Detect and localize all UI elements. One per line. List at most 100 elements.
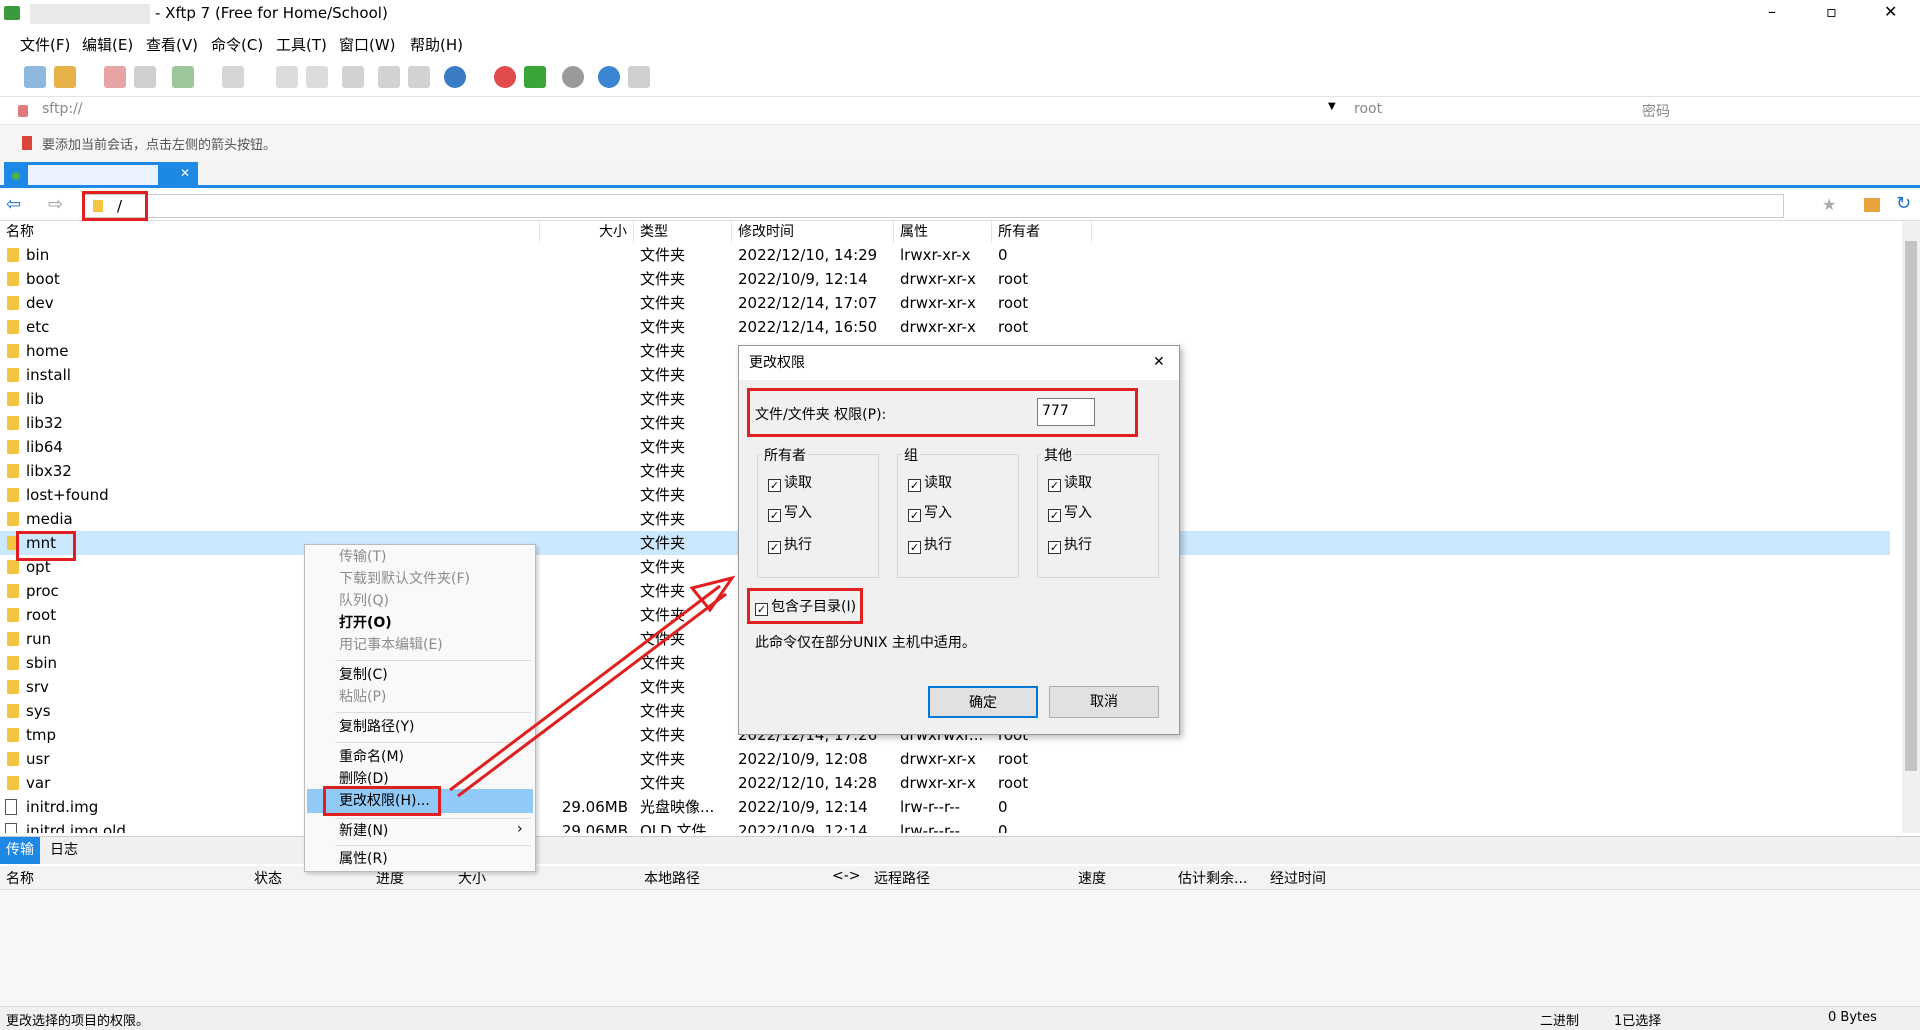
- ok-button[interactable]: 确定: [928, 686, 1038, 718]
- group-read-label: 读取: [924, 475, 952, 491]
- ctx-properties[interactable]: 属性(R): [339, 849, 388, 869]
- xftp-icon[interactable]: [524, 66, 546, 88]
- chat-icon[interactable]: [628, 66, 650, 88]
- forward-arrow-icon[interactable]: ⇨: [48, 194, 63, 215]
- tcol-speed[interactable]: 速度: [1078, 868, 1106, 888]
- dialog-close-icon[interactable]: ✕: [1153, 354, 1165, 370]
- menu-tools[interactable]: 工具(T): [276, 34, 327, 55]
- link-icon[interactable]: [134, 66, 156, 88]
- menu-command[interactable]: 命令(C): [211, 34, 263, 55]
- cell-type: 文件夹: [640, 318, 686, 336]
- close-tab-icon[interactable]: ✕: [180, 166, 190, 180]
- table-row[interactable]: dev 文件夹 2022/12/14, 17:07 drwxr-xr-x root: [0, 291, 1890, 315]
- back-arrow-icon[interactable]: ⇦: [6, 194, 21, 215]
- group-write-checkbox[interactable]: ✓ 写入: [908, 503, 952, 523]
- other-write-checkbox[interactable]: ✓ 写入: [1048, 503, 1092, 523]
- home-icon[interactable]: [1864, 198, 1880, 212]
- folder-icon: [7, 608, 19, 622]
- tcol-local-path[interactable]: 本地路径: [644, 868, 700, 888]
- table-row[interactable]: initrd.img 29.06MB 光盘映像... 2022/10/9, 12:14…: [0, 795, 1890, 819]
- tcol-eta[interactable]: 估计剩余...: [1178, 868, 1247, 888]
- sync-icon[interactable]: [342, 66, 364, 88]
- menu-file[interactable]: 文件(F): [20, 34, 70, 55]
- table-row[interactable]: initrd.img.old 29.06MB OLD 文件 2022/10/9, 12…: [0, 819, 1890, 833]
- disconnect-icon[interactable]: [104, 66, 126, 88]
- col-mtime[interactable]: 修改时间: [732, 221, 894, 243]
- cell-type: 文件夹: [640, 390, 686, 408]
- other-read-checkbox[interactable]: ✓ 读取: [1048, 473, 1092, 493]
- table-row[interactable]: boot 文件夹 2022/10/9, 12:14 drwxr-xr-x root: [0, 267, 1890, 291]
- table-row[interactable]: etc 文件夹 2022/12/14, 16:50 drwxr-xr-x root: [0, 315, 1890, 339]
- file-list-scrollbar[interactable]: [1902, 221, 1920, 833]
- ctx-open[interactable]: 打开(O): [339, 613, 392, 633]
- table-row[interactable]: usr 文件夹 2022/10/9, 12:08 drwxr-xr-x root: [0, 747, 1890, 771]
- check-icon: ✓: [1048, 509, 1061, 522]
- minimize-button[interactable]: –: [1768, 2, 1776, 21]
- star-icon[interactable]: ★: [1822, 195, 1836, 214]
- folder-icon: [7, 560, 19, 574]
- group-owner: 所有者 ✓ 读取 ✓ 写入 ✓ 执行: [757, 445, 879, 578]
- owner-read-label: 读取: [784, 475, 812, 491]
- help-icon[interactable]: [598, 66, 620, 88]
- ctx-rename[interactable]: 重命名(M): [339, 747, 404, 767]
- address-bar: sftp:// ▼ root 密码: [0, 96, 1920, 124]
- tab-transfer[interactable]: 传输: [0, 837, 40, 864]
- cell-owner: root: [998, 774, 1029, 792]
- menu-window[interactable]: 窗口(W): [339, 34, 396, 55]
- address-input[interactable]: sftp://: [42, 101, 83, 117]
- properties-icon[interactable]: [408, 66, 430, 88]
- tcol-remote-path[interactable]: 远程路径: [874, 868, 930, 888]
- close-window-button[interactable]: ✕: [1884, 2, 1897, 21]
- menu-help[interactable]: 帮助(H): [410, 34, 463, 55]
- xshell-icon[interactable]: [494, 66, 516, 88]
- open-folder-icon[interactable]: [54, 66, 76, 88]
- menu-edit[interactable]: 编辑(E): [82, 34, 133, 55]
- cell-name: dev: [26, 294, 54, 312]
- tcol-status[interactable]: 状态: [254, 868, 282, 888]
- address-dropdown-icon[interactable]: ▼: [1328, 101, 1336, 112]
- table-row[interactable]: var 文件夹 2022/12/10, 14:28 drwxr-xr-x root: [0, 771, 1890, 795]
- tcol-direction[interactable]: <->: [832, 868, 861, 884]
- menu-view[interactable]: 查看(V): [146, 34, 198, 55]
- col-type[interactable]: 类型: [634, 221, 732, 243]
- ctx-copy[interactable]: 复制(C): [339, 665, 388, 685]
- table-row[interactable]: bin 文件夹 2022/12/10, 14:29 lrwxr-xr-x 0: [0, 243, 1890, 267]
- gear-icon[interactable]: [562, 66, 584, 88]
- col-name[interactable]: 名称: [0, 221, 540, 243]
- col-attr[interactable]: 属性: [894, 221, 992, 243]
- scrollbar-thumb[interactable]: [1905, 241, 1917, 771]
- print-icon[interactable]: [378, 66, 400, 88]
- view-icon[interactable]: [222, 66, 244, 88]
- refresh-icon[interactable]: ↻: [1896, 193, 1911, 214]
- transfer-mode[interactable]: 二进制: [1540, 1010, 1579, 1029]
- tcol-name[interactable]: 名称: [6, 868, 34, 888]
- cell-mtime: 2022/10/9, 12:14: [738, 798, 868, 816]
- bookmark-icon[interactable]: [22, 136, 32, 150]
- col-size[interactable]: 大小: [540, 221, 634, 243]
- owner-read-checkbox[interactable]: ✓ 读取: [768, 473, 812, 493]
- path-input[interactable]: /: [84, 194, 1784, 218]
- col-owner[interactable]: 所有者: [992, 221, 1092, 243]
- cancel-button[interactable]: 取消: [1049, 686, 1159, 718]
- owner-exec-checkbox[interactable]: ✓ 执行: [768, 535, 812, 555]
- ctx-copy-path[interactable]: 复制路径(Y): [339, 717, 414, 737]
- paste-icon[interactable]: [306, 66, 328, 88]
- other-exec-checkbox[interactable]: ✓ 执行: [1048, 535, 1092, 555]
- password-field[interactable]: 密码: [1642, 101, 1670, 121]
- globe-icon[interactable]: [444, 66, 466, 88]
- ctx-transfer: 传输(T): [339, 549, 387, 565]
- owner-write-checkbox[interactable]: ✓ 写入: [768, 503, 812, 523]
- cell-name: sbin: [26, 654, 58, 672]
- session-tab[interactable]: ✕: [4, 162, 198, 188]
- cell-owner: 0: [998, 798, 1008, 816]
- maximize-button[interactable]: ▫: [1826, 2, 1837, 21]
- group-read-checkbox[interactable]: ✓ 读取: [908, 473, 952, 493]
- new-folder-icon[interactable]: [172, 66, 194, 88]
- group-exec-checkbox[interactable]: ✓ 执行: [908, 535, 952, 555]
- tcol-elapsed[interactable]: 经过时间: [1270, 868, 1326, 888]
- username-field[interactable]: root: [1354, 101, 1382, 117]
- new-session-icon[interactable]: [24, 66, 46, 88]
- tab-log[interactable]: 日志: [50, 837, 78, 864]
- ctx-new[interactable]: 新建(N): [339, 821, 388, 841]
- copy-icon[interactable]: [276, 66, 298, 88]
